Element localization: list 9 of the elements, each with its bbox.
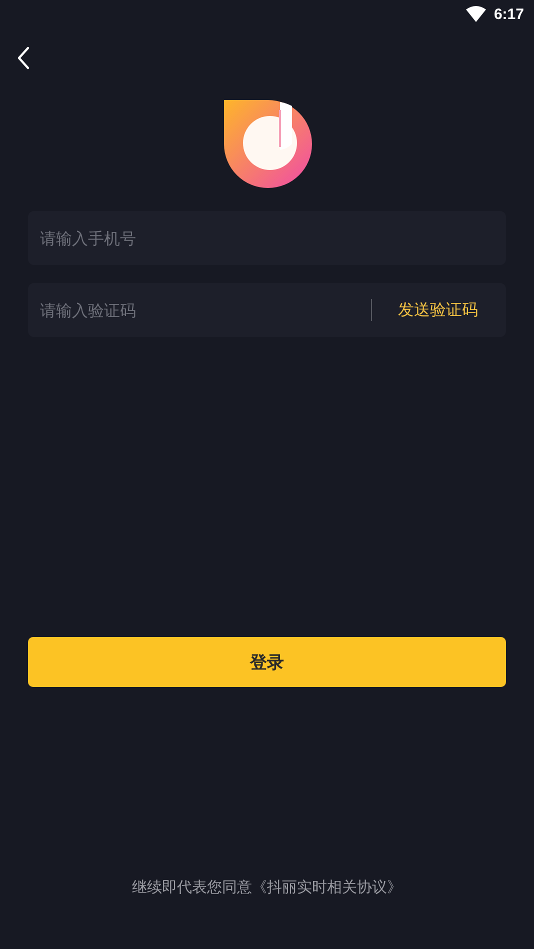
status-time: 6:17 [494,6,524,22]
phone-input-field[interactable]: 请输入手机号 [28,211,506,265]
code-field[interactable]: 请输入验证码 发送验证码 [28,283,506,337]
wifi-icon [466,6,486,22]
send-code-button[interactable]: 发送验证码 [372,290,506,330]
back-icon[interactable] [16,46,30,70]
code-input-field[interactable]: 请输入验证码 [28,283,371,337]
login-button[interactable]: 登录 [28,637,506,687]
agreement-text: 继续即代表您同意《抖丽实时相关协议》 [131,878,403,897]
